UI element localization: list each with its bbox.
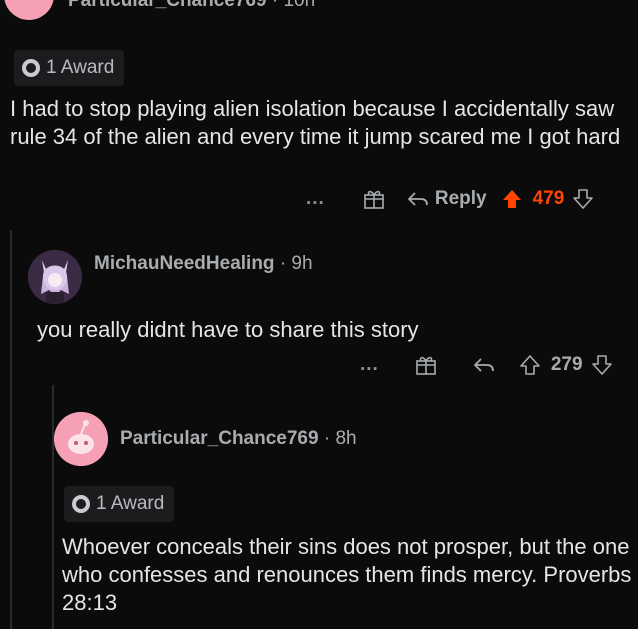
comment-body: you really didnt have to share this stor… <box>37 317 419 342</box>
reply-icon[interactable] <box>473 356 495 374</box>
username-text[interactable]: Particular_Chance769 <box>68 0 267 11</box>
username-text[interactable]: Particular_Chance769 <box>120 428 319 449</box>
downvote-icon[interactable] <box>572 188 594 210</box>
avatar-image <box>28 250 82 304</box>
comment-author[interactable]: Particular_Chance769 · 8h <box>120 428 357 450</box>
comment-author[interactable]: Particular_Chance769 · 10h <box>68 0 315 12</box>
more-options-button[interactable]: ... <box>360 354 379 376</box>
timestamp: · 9h <box>279 253 313 274</box>
comment-author[interactable]: MichauNeedHealing · 9h <box>94 253 313 275</box>
award-icon <box>22 59 40 77</box>
reply-icon[interactable] <box>407 190 429 208</box>
score: 479 <box>532 188 565 209</box>
score: 279 <box>550 354 583 375</box>
reply-button[interactable]: Reply <box>435 188 487 210</box>
comment-actions: ... 279 <box>360 354 613 376</box>
comment-body: Whoever conceals their sins does not pro… <box>62 534 632 615</box>
award-badge[interactable]: 1 Award <box>14 50 125 86</box>
timestamp: · 8h <box>323 428 357 449</box>
avatar[interactable] <box>54 412 108 466</box>
downvote-icon[interactable] <box>591 354 613 376</box>
upvote-icon[interactable] <box>519 354 541 376</box>
comment-actions: ... Reply 479 <box>306 188 594 210</box>
comment-body: I had to stop playing alien isolation be… <box>10 96 621 149</box>
avatar-image <box>54 412 108 466</box>
gift-icon[interactable] <box>415 355 437 375</box>
gift-icon[interactable] <box>363 189 385 209</box>
thread-line-2[interactable] <box>52 385 54 629</box>
upvote-icon[interactable] <box>501 188 523 210</box>
username-text[interactable]: MichauNeedHealing <box>94 253 275 274</box>
award-label: 1 Award <box>96 493 165 514</box>
avatar[interactable] <box>4 0 54 20</box>
avatar[interactable] <box>28 250 82 304</box>
thread-line-1[interactable] <box>10 230 12 629</box>
more-options-button[interactable]: ... <box>306 188 325 210</box>
award-badge[interactable]: 1 Award <box>64 486 175 522</box>
award-label: 1 Award <box>46 57 115 78</box>
award-icon <box>72 495 90 513</box>
timestamp: · 10h <box>271 0 316 11</box>
